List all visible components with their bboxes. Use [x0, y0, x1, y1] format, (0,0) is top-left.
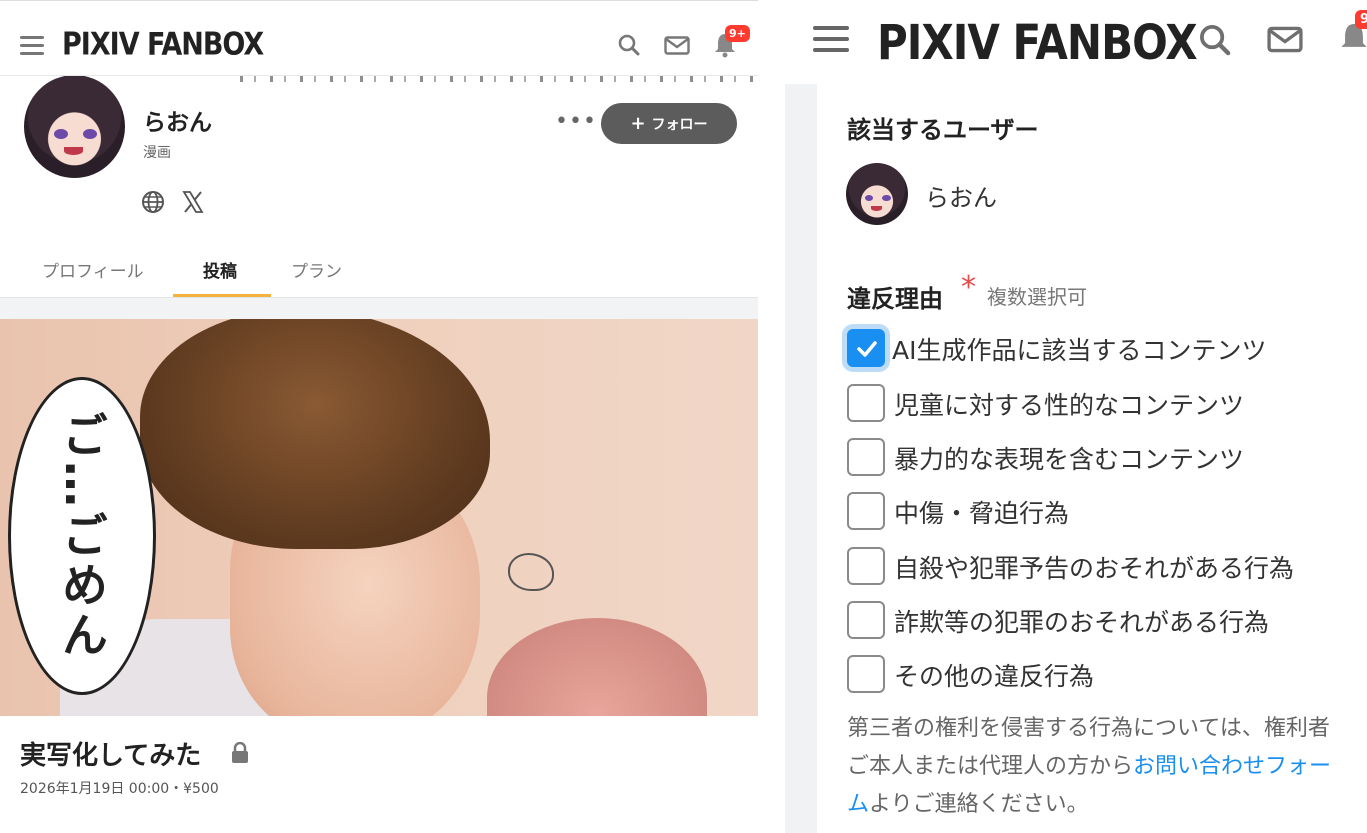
matched-user-avatar: [846, 163, 908, 225]
reason-heading: 違反理由: [847, 285, 943, 313]
report-form-panel: PIXIV FANBOX 9 該当するユーザー らおん 違反理由 * 複数選択可…: [785, 0, 1367, 833]
mail-icon[interactable]: [1267, 26, 1303, 53]
post-title[interactable]: 実写化してみた: [20, 735, 201, 772]
speech-bubble: ご…ごめん: [8, 377, 156, 695]
search-icon[interactable]: [618, 34, 640, 56]
top-header: PIXIV FANBOX 9+: [0, 0, 758, 76]
search-icon[interactable]: [1199, 24, 1231, 56]
creator-name[interactable]: らおん: [143, 103, 212, 137]
post-meta: 2026年1月19日 00:00・¥500: [20, 781, 219, 797]
notification-badge: 9: [1355, 10, 1367, 29]
reason-label: その他の違反行為: [894, 662, 1095, 691]
checkbox-checked[interactable]: [847, 329, 885, 367]
menu-icon[interactable]: [813, 26, 849, 52]
top-header-zoomed: PIXIV FANBOX 9: [785, 0, 1367, 84]
reason-label: AI生成作品に該当するコンテンツ: [892, 336, 1267, 365]
lock-icon: [232, 742, 248, 763]
creator-category: 漫画: [143, 145, 171, 161]
cover-image-strip: [240, 76, 758, 82]
checkbox[interactable]: [847, 601, 885, 639]
mail-icon[interactable]: [664, 36, 690, 55]
reason-label: 自殺や犯罪予告のおそれがある行為: [894, 554, 1295, 583]
menu-icon[interactable]: [20, 36, 44, 55]
x-twitter-icon[interactable]: [181, 190, 205, 214]
sigh-puff-icon: [508, 553, 554, 591]
notification-badge: 9+: [725, 25, 750, 42]
fanbox-logo[interactable]: PIXIV FANBOX: [62, 27, 264, 63]
checkbox[interactable]: [847, 438, 885, 476]
follow-label: フォロー: [651, 116, 708, 133]
tab-plans[interactable]: プラン: [291, 257, 342, 282]
creator-avatar[interactable]: [24, 75, 125, 178]
reason-label: 詐欺等の犯罪のおそれがある行為: [894, 608, 1270, 637]
creator-tabs: プロフィール 投稿 プラン: [0, 248, 758, 298]
tab-posts[interactable]: 投稿: [203, 257, 237, 282]
multi-select-hint: 複数選択可: [987, 285, 1087, 309]
checkbox[interactable]: [847, 384, 885, 422]
check-icon: [857, 341, 877, 357]
required-mark: *: [961, 270, 976, 305]
follow-button[interactable]: + フォロー: [601, 103, 737, 144]
checkbox[interactable]: [847, 655, 885, 693]
matched-user-name: らおん: [925, 184, 997, 212]
matched-user-heading: 該当するユーザー: [847, 116, 1039, 144]
rights-note: 第三者の権利を侵害する行為については、権利者ご本人または代理人の方からお問い合わ…: [847, 710, 1337, 824]
active-tab-indicator: [173, 294, 271, 297]
fanbox-logo[interactable]: PIXIV FANBOX: [877, 14, 1198, 70]
reason-label: 児童に対する性的なコンテンツ: [894, 391, 1245, 420]
checkbox[interactable]: [847, 547, 885, 585]
speech-bubble-text: ご…ごめん: [55, 411, 109, 661]
reason-label: 中傷・脅迫行為: [894, 499, 1070, 528]
tab-profile[interactable]: プロフィール: [42, 257, 144, 282]
checkbox[interactable]: [847, 492, 885, 530]
creator-page-panel: PIXIV FANBOX 9+ らおん 漫画 ••• + フォロー プロフィール…: [0, 0, 758, 833]
feed-divider: [0, 298, 758, 319]
post-thumbnail[interactable]: ご…ごめん: [0, 319, 758, 716]
more-options-icon[interactable]: •••: [555, 111, 597, 133]
note-text-end: よりご連絡ください。: [869, 792, 1089, 817]
globe-icon[interactable]: [141, 190, 165, 214]
reason-label: 暴力的な表現を含むコンテンツ: [894, 445, 1245, 474]
plus-icon: +: [630, 113, 646, 134]
